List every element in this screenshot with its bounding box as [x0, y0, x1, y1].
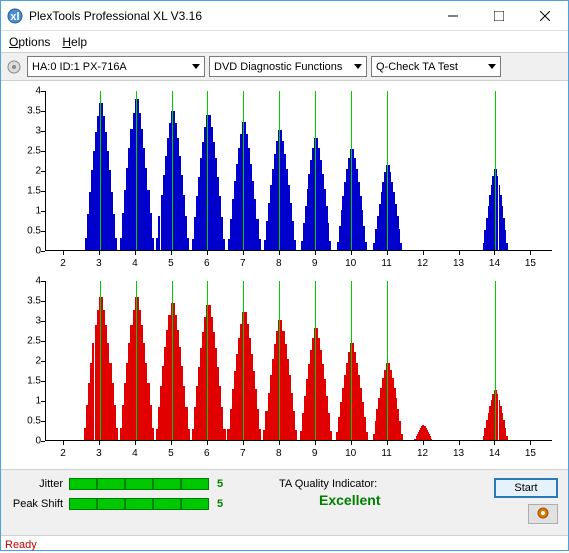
test-select-value: Q-Check TA Test: [376, 61, 458, 73]
ta-quality-value: Excellent: [319, 492, 380, 508]
peakshift-value: 5: [217, 498, 223, 510]
test-select[interactable]: Q-Check TA Test: [371, 56, 501, 77]
peakshift-boxes: [69, 498, 209, 510]
settings-button[interactable]: [528, 504, 558, 524]
menu-help[interactable]: Help: [62, 35, 87, 49]
svg-text:xl: xl: [10, 11, 19, 23]
chart-top: 00.511.522.533.5423456789101112131415: [9, 85, 560, 271]
jitter-value: 5: [217, 478, 223, 490]
chart-bottom: 00.511.522.533.5423456789101112131415: [9, 275, 560, 461]
jitter-label: Jitter: [11, 478, 63, 490]
app-icon: xl: [7, 8, 23, 24]
drive-select-value: HA:0 ID:1 PX-716A: [32, 61, 127, 73]
ta-quality-label: TA Quality Indicator:: [279, 478, 377, 490]
drive-select[interactable]: HA:0 ID:1 PX-716A: [27, 56, 205, 77]
start-button[interactable]: Start: [494, 478, 558, 498]
function-select[interactable]: DVD Diagnostic Functions: [209, 56, 367, 77]
drive-icon: [5, 58, 23, 76]
close-button[interactable]: [522, 1, 568, 31]
function-select-value: DVD Diagnostic Functions: [214, 61, 342, 73]
peakshift-label: Peak Shift: [11, 498, 63, 510]
window-title: PlexTools Professional XL V3.16: [29, 9, 430, 23]
gear-icon: [536, 506, 550, 523]
jitter-boxes: [69, 478, 209, 490]
maximize-button[interactable]: [476, 1, 522, 31]
menu-options[interactable]: Options: [9, 35, 50, 49]
minimize-button[interactable]: [430, 1, 476, 31]
status-text: Ready: [5, 539, 37, 551]
